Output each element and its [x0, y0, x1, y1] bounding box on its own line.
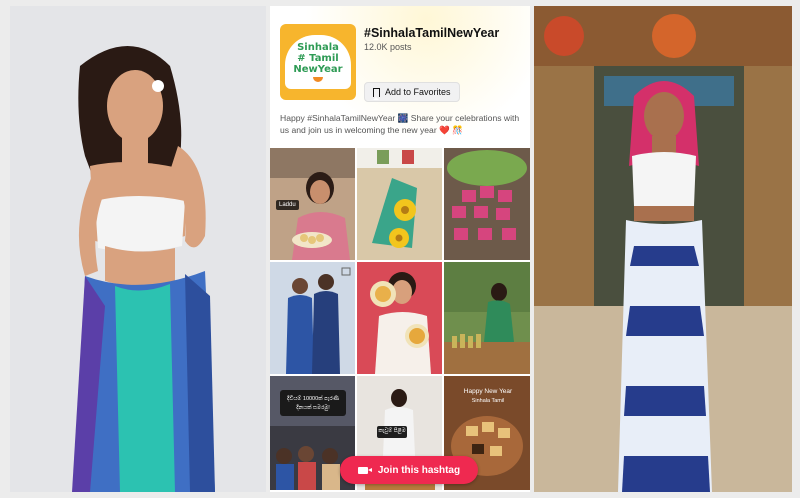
laddu-label: Laddu: [276, 200, 299, 210]
kavum-text: කැවුම් පිළිම: [378, 428, 406, 434]
logo-hash: #: [297, 53, 306, 64]
tile-thumbnail: [357, 148, 442, 260]
logo-line-3: NewYear: [293, 64, 343, 75]
feast-text-2: Sinhala Tamil: [471, 398, 505, 404]
tile-thumbnail: [357, 262, 442, 374]
woman-in-blue-sarong-image: [10, 6, 266, 492]
feast-text-1: Happy New Year: [463, 388, 513, 395]
crowd-text-1: දිවියම් 10000ක් පැරණි: [287, 396, 339, 402]
logo-badge: Sinhala # Tamil NewYear: [285, 35, 351, 89]
crowd-text-2: දිනයක් සමරමු!: [296, 405, 330, 411]
video-tile-couple[interactable]: [270, 262, 355, 374]
add-to-favorites-label: Add to Favorites: [385, 87, 451, 97]
oil-lamp-icon: [313, 77, 323, 82]
add-to-favorites-button[interactable]: Add to Favorites: [364, 82, 460, 102]
screenshot-canvas: Sinhala # Tamil NewYear #SinhalaTamilNew…: [0, 0, 800, 498]
tile-thumbnail: [270, 262, 355, 374]
join-hashtag-label: Join this hashtag: [377, 464, 461, 476]
tile-thumbnail: [444, 148, 530, 260]
hashtag-description: Happy #SinhalaTamilNewYear 🎆 Share your …: [280, 113, 520, 135]
tile-thumbnail: [444, 262, 530, 374]
logo-line-1: Sinhala: [297, 42, 339, 53]
hashtag-page: Sinhala # Tamil NewYear #SinhalaTamilNew…: [270, 6, 530, 492]
woman-in-batik-sarong-image: [534, 6, 792, 492]
video-tile-laddu[interactable]: Laddu: [270, 148, 355, 260]
video-tile-pink-sweets[interactable]: [444, 148, 530, 260]
hashtag-title: #SinhalaTamilNewYear: [364, 26, 500, 40]
right-photo: [534, 6, 792, 492]
video-grid: Laddu දිවියම් 10000ක් පැරණි දිනයක් සමරමු…: [270, 148, 530, 492]
video-camera-icon: [357, 466, 372, 474]
video-tile-cake-girl[interactable]: [357, 262, 442, 374]
video-tile-flower-craft[interactable]: [357, 148, 442, 260]
hashtag-logo: Sinhala # Tamil NewYear: [280, 24, 356, 100]
left-photo: [10, 6, 266, 492]
bookmark-icon: [373, 87, 380, 100]
hashtag-header: Sinhala # Tamil NewYear #SinhalaTamilNew…: [270, 6, 530, 146]
video-tile-green-saree[interactable]: [444, 262, 530, 374]
post-count: 12.0K posts: [364, 42, 412, 52]
logo-line-2-text: Tamil: [309, 53, 339, 64]
join-hashtag-button[interactable]: Join this hashtag: [340, 456, 478, 484]
logo-line-2: # Tamil: [297, 53, 338, 64]
